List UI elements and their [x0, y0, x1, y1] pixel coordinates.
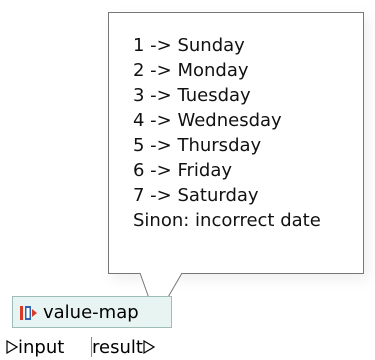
component-label: value-map — [43, 302, 139, 323]
tooltip: 1 -> Sunday 2 -> Monday 3 -> Tuesday 4 -… — [0, 0, 375, 330]
component-ports: input result — [0, 333, 190, 359]
input-port[interactable]: input — [6, 336, 65, 358]
value-map-component[interactable]: value-map — [12, 296, 172, 328]
component-title[interactable]: value-map — [19, 302, 139, 324]
tooltip-line: 7 -> Saturday — [133, 185, 259, 206]
output-port[interactable]: result — [92, 336, 155, 358]
tooltip-line: 3 -> Tuesday — [133, 85, 251, 106]
tooltip-line: 5 -> Thursday — [133, 135, 262, 156]
tooltip-line: 6 -> Friday — [133, 160, 233, 181]
tooltip-line: 4 -> Wednesday — [133, 110, 282, 131]
output-port-triangle-icon — [143, 340, 155, 354]
tooltip-line: 1 -> Sunday — [133, 35, 245, 56]
input-port-triangle-icon — [6, 340, 18, 354]
tooltip-box: 1 -> Sunday 2 -> Monday 3 -> Tuesday 4 -… — [108, 12, 364, 274]
tooltip-line: Sinon: incorrect date — [133, 210, 321, 231]
value-map-icon — [20, 306, 37, 320]
output-port-label: result — [92, 336, 143, 358]
tooltip-line: 2 -> Monday — [133, 60, 249, 81]
tooltip-text: 1 -> Sunday 2 -> Monday 3 -> Tuesday 4 -… — [133, 33, 321, 233]
input-port-label: input — [18, 336, 65, 358]
